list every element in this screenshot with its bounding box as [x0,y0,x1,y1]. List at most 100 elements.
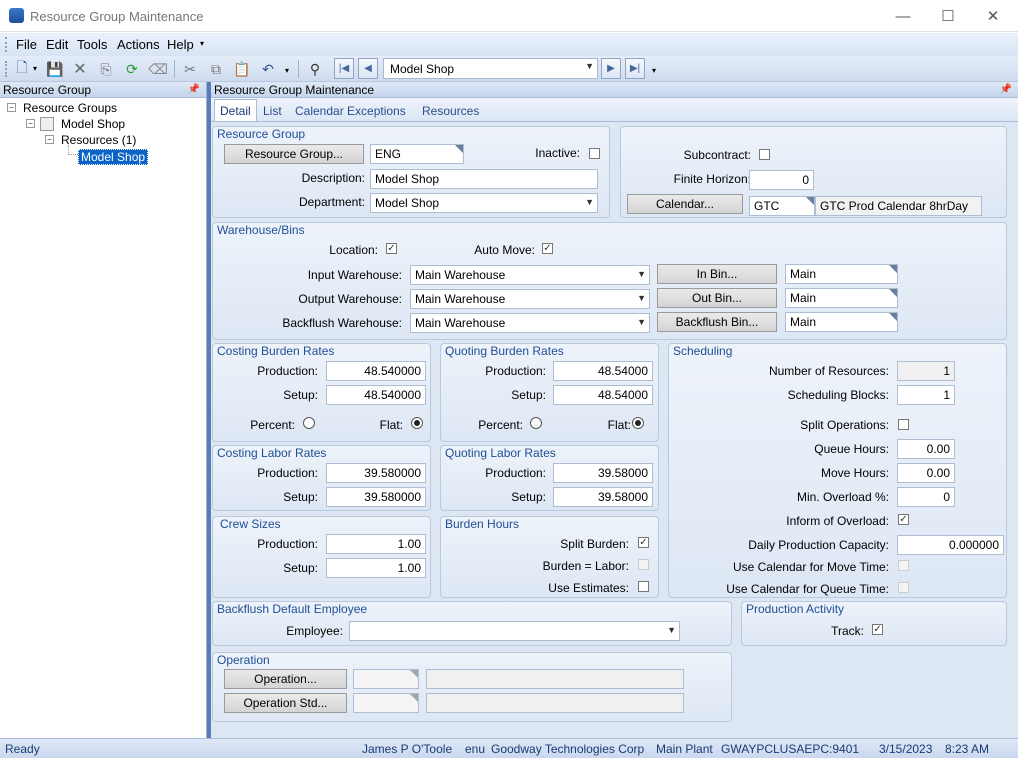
quoting-labor-box: Quoting Labor Rates Production: 39.58000… [440,445,659,511]
menu-actions[interactable]: Actions [117,37,160,52]
operation-std-button[interactable]: Operation Std... [224,693,347,713]
paste-icon[interactable]: 📋 [232,59,252,79]
finite-horizon-field[interactable]: 0 [749,170,814,190]
department-select[interactable]: Model Shop ▼ [370,193,598,213]
output-warehouse-select[interactable]: Main Warehouse ▼ [410,289,650,309]
out-bin-field[interactable]: Main [785,288,898,308]
menu-tools[interactable]: Tools [77,37,107,52]
in-bin-value: Main [790,267,817,281]
quoting-burden-box: Quoting Burden Rates Production: 48.5400… [440,343,659,442]
crew-production-field[interactable]: 1.00 [326,534,426,554]
calendar-queue-checkbox[interactable] [898,582,909,593]
pin-icon[interactable]: 📌 [188,82,200,98]
queue-hours-field[interactable]: 0.00 [897,439,955,459]
split-operations-checkbox[interactable] [898,419,909,430]
percent-radio[interactable] [530,417,542,429]
subcontract-checkbox[interactable] [759,149,770,160]
tab-calendar-exceptions[interactable]: Calendar Exceptions [290,102,411,120]
scheduling-blocks-field[interactable]: 1 [897,385,955,405]
auto-move-checkbox[interactable]: ✓ [542,243,553,254]
daily-capacity-field[interactable]: 0.000000 [897,535,1004,555]
pin-icon[interactable]: 📌 [1000,82,1012,98]
copy-icon[interactable]: ⧉ [206,59,226,79]
quoting-burden-production-field[interactable]: 48.54000 [553,361,653,381]
window-title: Resource Group Maintenance [30,9,204,24]
tab-resources[interactable]: Resources [417,102,484,120]
new-dropdown-icon[interactable]: ▾ [33,64,37,73]
backflush-warehouse-select[interactable]: Main Warehouse ▼ [410,313,650,333]
calendar-queue-label: Use Calendar for Queue Time: [726,582,889,596]
input-warehouse-select[interactable]: Main Warehouse ▼ [410,265,650,285]
costing-labor-production-field[interactable]: 39.580000 [326,463,426,483]
use-estimates-checkbox[interactable] [638,581,649,592]
description-field[interactable]: Model Shop [370,169,598,189]
min-overload-field[interactable]: 0 [897,487,955,507]
track-checkbox[interactable]: ✓ [872,624,883,635]
out-bin-button[interactable]: Out Bin... [657,288,777,308]
minimize-button[interactable]: — [880,0,926,32]
resource-group-button[interactable]: Resource Group... [224,144,364,164]
first-record-button[interactable]: |◀ [334,58,354,79]
tree-node-selected[interactable]: Model Shop [78,149,149,165]
maximize-button[interactable]: ☐ [925,0,971,32]
close-button[interactable]: ✕ [970,0,1016,32]
previous-record-button[interactable]: ◀ [358,58,378,79]
new-icon[interactable]: 🗋 [12,59,32,79]
save-icon[interactable]: 💾 [45,59,65,79]
collapse-icon[interactable]: − [7,103,16,112]
inform-overload-checkbox[interactable]: ✓ [898,514,909,525]
app-icon [9,8,24,23]
operation-button[interactable]: Operation... [224,669,347,689]
refresh-icon[interactable]: ⟳ [122,59,142,79]
next-record-button[interactable]: ▶ [601,58,621,79]
collapse-icon[interactable]: − [26,119,35,128]
crew-setup-field[interactable]: 1.00 [326,558,426,578]
in-bin-field[interactable]: Main [785,264,898,284]
menu-file[interactable]: File [16,37,37,52]
percent-radio[interactable] [303,417,315,429]
toolbar-overflow-icon[interactable]: ▾ [285,66,289,75]
backflush-bin-button[interactable]: Backflush Bin... [657,312,777,332]
undo-icon[interactable]: ↶ [258,59,278,79]
attach-icon[interactable]: ⎘ [96,59,116,79]
costing-burden-setup-field[interactable]: 48.540000 [326,385,426,405]
calendar-id-field[interactable]: GTC [749,196,815,216]
tree-node-group[interactable]: Model Shop [61,117,125,131]
quoting-labor-production-field[interactable]: 39.58000 [553,463,653,483]
flat-radio[interactable] [632,417,644,429]
clear-icon[interactable]: ⌫ [148,59,168,79]
menu-help[interactable]: Help [167,37,194,52]
backflush-bin-field[interactable]: Main [785,312,898,332]
record-combo[interactable]: Model Shop ▼ [383,58,598,79]
binoculars-icon[interactable]: ⚲ [305,59,325,79]
quoting-labor-setup-field[interactable]: 39.58000 [553,487,653,507]
burden-equal-labor-checkbox[interactable] [638,559,649,570]
costing-burden-production-field[interactable]: 48.540000 [326,361,426,381]
quoting-burden-setup-field[interactable]: 48.54000 [553,385,653,405]
calendar-move-label: Use Calendar for Move Time: [732,560,889,574]
split-burden-checkbox[interactable]: ✓ [638,537,649,548]
employee-select[interactable]: ▼ [349,621,680,641]
collapse-icon[interactable]: − [45,135,54,144]
flat-label: Flat: [607,418,631,432]
flat-radio[interactable] [411,417,423,429]
costing-labor-setup-field[interactable]: 39.580000 [326,487,426,507]
resource-group-id-field[interactable]: ENG [370,144,464,164]
tab-list[interactable]: List [258,102,287,120]
chevron-down-icon: ▼ [585,61,594,71]
calendar-move-checkbox[interactable] [898,560,909,571]
cut-icon[interactable]: ✂ [180,59,200,79]
menu-edit[interactable]: Edit [46,37,68,52]
location-checkbox[interactable]: ✓ [386,243,397,254]
toolbar-overflow-icon[interactable]: ▾ [652,66,656,75]
delete-icon[interactable]: ✕ [70,59,90,79]
in-bin-button[interactable]: In Bin... [657,264,777,284]
last-record-button[interactable]: ▶| [625,58,645,79]
inactive-checkbox[interactable] [589,148,600,159]
group-icon [40,117,54,131]
tree-node-root[interactable]: Resource Groups [23,101,117,115]
move-hours-field[interactable]: 0.00 [897,463,955,483]
menu-overflow-icon[interactable]: ▾ [200,39,204,48]
calendar-button[interactable]: Calendar... [627,194,743,214]
tab-detail[interactable]: Detail [214,99,257,121]
